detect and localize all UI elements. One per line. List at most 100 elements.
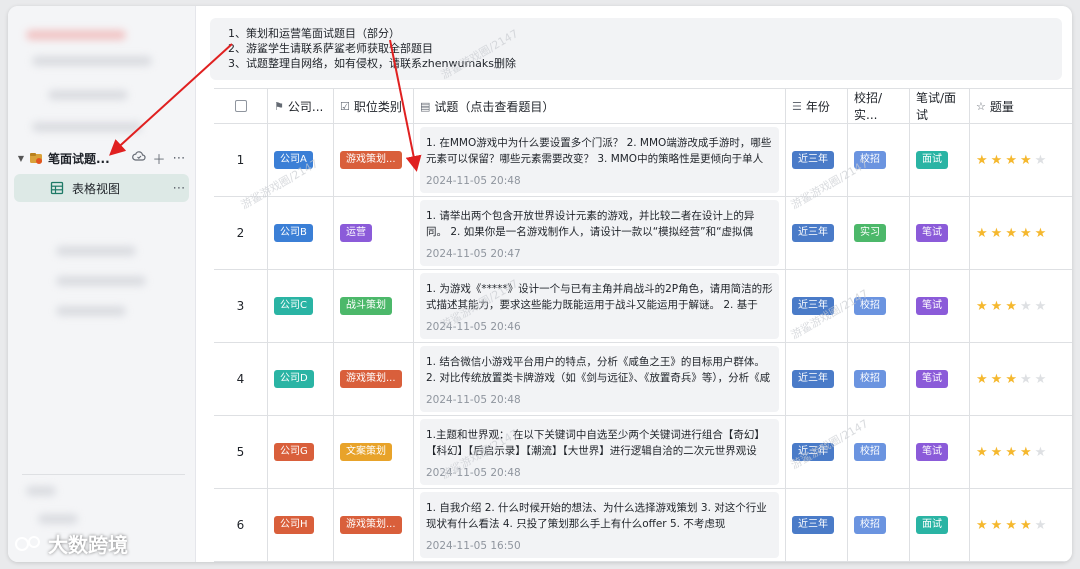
select-all-cell[interactable] [214, 89, 268, 123]
add-icon[interactable]: ＋ [149, 149, 169, 168]
count-cell[interactable]: ★ ★ ★ ★ ★ [970, 489, 1070, 561]
company-cell[interactable]: 公司B [268, 197, 334, 269]
column-header-company[interactable]: ⚑ 公司... [268, 89, 334, 123]
star-icon[interactable]: ★ [1035, 519, 1047, 532]
star-icon[interactable]: ★ [991, 154, 1003, 167]
question-cell[interactable]: 1. 结合微信小游戏平台用户的特点，分析《咸鱼之王》的目标用户群体。 2. 对比… [414, 343, 786, 415]
table-row[interactable]: 6 公司H 游戏策划... 1. 自我介绍 2. 什么时候开始的想法、为什么选择游戏策… [214, 489, 1072, 562]
star-icon[interactable]: ★ [1005, 446, 1017, 459]
star-icon[interactable]: ★ [1005, 373, 1017, 386]
question-card[interactable]: 1. 结合微信小游戏平台用户的特点，分析《咸鱼之王》的目标用户群体。 2. 对比… [420, 346, 779, 412]
type-cell[interactable]: 笔试 [910, 197, 970, 269]
star-icon[interactable]: ★ [976, 154, 988, 167]
company-cell[interactable]: 公司D [268, 343, 334, 415]
year-cell[interactable]: 近三年 [786, 489, 848, 561]
row-index-cell[interactable]: 5 [214, 416, 268, 488]
category-cell[interactable]: 战斗策划 [334, 270, 414, 342]
question-cell[interactable]: 1. 为游戏《*****》设计一个与已有主角并肩战斗的2P角色，请用简洁的形式描… [414, 270, 786, 342]
column-header-type[interactable]: 笔试/面试 [910, 89, 970, 123]
year-cell[interactable]: 近三年 [786, 270, 848, 342]
row-index-cell[interactable]: 2 [214, 197, 268, 269]
select-all-checkbox[interactable] [234, 100, 247, 112]
type-cell[interactable]: 笔试 [910, 416, 970, 488]
company-cell[interactable]: 公司G [268, 416, 334, 488]
star-rating[interactable]: ★ ★ ★ ★ ★ [976, 154, 1046, 167]
star-icon[interactable]: ★ [1035, 154, 1047, 167]
star-icon[interactable]: ★ [1005, 154, 1017, 167]
question-cell[interactable]: 1.主题和世界观： 在以下关键词中自选至少两个关键词进行组合【奇幻】【科幻】【后… [414, 416, 786, 488]
school-cell[interactable]: 校招 [848, 489, 910, 561]
star-rating[interactable]: ★ ★ ★ ★ ★ [976, 300, 1046, 313]
school-cell[interactable]: 实习 [848, 197, 910, 269]
column-header-category[interactable]: ☑ 职位类别 [334, 89, 414, 123]
school-cell[interactable]: 校招 [848, 343, 910, 415]
question-cell[interactable]: 1. 在MMO游戏中为什么要设置多个门派？ 2. MMO端游改成手游时，哪些元素… [414, 124, 786, 196]
more-icon[interactable]: ⋯ [169, 151, 189, 166]
row-index-cell[interactable]: 6 [214, 489, 268, 561]
star-icon[interactable]: ★ [1020, 227, 1032, 240]
table-row[interactable]: 5 公司G 文案策划 1.主题和世界观： 在以下关键词中自选至少两个关键词进行组合【奇… [214, 416, 1072, 489]
year-cell[interactable]: 近三年 [786, 416, 848, 488]
table-row[interactable]: 1 公司A 游戏策划... 1. 在MMO游戏中为什么要设置多个门派？ 2. MMO端… [214, 124, 1072, 197]
question-card[interactable]: 1. 为游戏《*****》设计一个与已有主角并肩战斗的2P角色，请用简洁的形式描… [420, 273, 779, 339]
count-cell[interactable]: ★ ★ ★ ★ ★ [970, 343, 1070, 415]
star-icon[interactable]: ★ [991, 373, 1003, 386]
star-icon[interactable]: ★ [1005, 300, 1017, 313]
star-icon[interactable]: ★ [1005, 227, 1017, 240]
star-icon[interactable]: ★ [1035, 300, 1047, 313]
count-cell[interactable]: ★ ★ ★ ★ ★ [970, 197, 1070, 269]
star-icon[interactable]: ★ [976, 446, 988, 459]
school-cell[interactable]: 校招 [848, 270, 910, 342]
year-cell[interactable]: 近三年 [786, 124, 848, 196]
question-cell[interactable]: 1. 自我介绍 2. 什么时候开始的想法、为什么选择游戏策划 3. 对这个行业现… [414, 489, 786, 561]
star-icon[interactable]: ★ [976, 227, 988, 240]
more-icon[interactable]: ⋯ [169, 181, 189, 196]
question-card[interactable]: 1.主题和世界观： 在以下关键词中自选至少两个关键词进行组合【奇幻】【科幻】【后… [420, 419, 779, 485]
year-cell[interactable]: 近三年 [786, 197, 848, 269]
star-rating[interactable]: ★ ★ ★ ★ ★ [976, 519, 1046, 532]
year-cell[interactable]: 近三年 [786, 343, 848, 415]
star-icon[interactable]: ★ [976, 519, 988, 532]
star-icon[interactable]: ★ [976, 300, 988, 313]
star-icon[interactable]: ★ [976, 373, 988, 386]
question-card[interactable]: 1. 自我介绍 2. 什么时候开始的想法、为什么选择游戏策划 3. 对这个行业现… [420, 492, 779, 558]
row-index-cell[interactable]: 4 [214, 343, 268, 415]
company-cell[interactable]: 公司C [268, 270, 334, 342]
type-cell[interactable]: 面试 [910, 489, 970, 561]
table-row[interactable]: 4 公司D 游戏策划... 1. 结合微信小游戏平台用户的特点，分析《咸鱼之王》的目标… [214, 343, 1072, 416]
column-header-school[interactable]: 校招/实... [848, 89, 910, 123]
star-icon[interactable]: ★ [991, 300, 1003, 313]
star-icon[interactable]: ★ [1035, 373, 1047, 386]
column-header-question[interactable]: ▤ 试题（点击查看题目） [414, 89, 786, 123]
company-cell[interactable]: 公司H [268, 489, 334, 561]
star-icon[interactable]: ★ [991, 227, 1003, 240]
question-card[interactable]: 1. 请举出两个包含开放世界设计元素的游戏，并比较二者在设计上的异同。 2. 如… [420, 200, 779, 266]
category-cell[interactable]: 游戏策划... [334, 343, 414, 415]
star-rating[interactable]: ★ ★ ★ ★ ★ [976, 373, 1046, 386]
caret-down-icon[interactable]: ▼ [14, 154, 28, 163]
question-cell[interactable]: 1. 请举出两个包含开放世界设计元素的游戏，并比较二者在设计上的异同。 2. 如… [414, 197, 786, 269]
school-cell[interactable]: 校招 [848, 124, 910, 196]
type-cell[interactable]: 面试 [910, 124, 970, 196]
count-cell[interactable]: ★ ★ ★ ★ ★ [970, 270, 1070, 342]
category-cell[interactable]: 运营 [334, 197, 414, 269]
star-icon[interactable]: ★ [1035, 446, 1047, 459]
star-icon[interactable]: ★ [991, 519, 1003, 532]
sidebar-view-table[interactable]: 表格视图 ⋯ [14, 174, 189, 202]
star-icon[interactable]: ★ [1020, 300, 1032, 313]
star-icon[interactable]: ★ [991, 446, 1003, 459]
column-header-year[interactable]: ☰ 年份 [786, 89, 848, 123]
star-icon[interactable]: ★ [1020, 519, 1032, 532]
row-index-cell[interactable]: 1 [214, 124, 268, 196]
type-cell[interactable]: 笔试 [910, 270, 970, 342]
count-cell[interactable]: ★ ★ ★ ★ ★ [970, 416, 1070, 488]
row-index-cell[interactable]: 3 [214, 270, 268, 342]
star-icon[interactable]: ★ [1020, 154, 1032, 167]
type-cell[interactable]: 笔试 [910, 343, 970, 415]
category-cell[interactable]: 游戏策划... [334, 489, 414, 561]
category-cell[interactable]: 游戏策划... [334, 124, 414, 196]
star-icon[interactable]: ★ [1020, 446, 1032, 459]
category-cell[interactable]: 文案策划 [334, 416, 414, 488]
star-rating[interactable]: ★ ★ ★ ★ ★ [976, 227, 1046, 240]
school-cell[interactable]: 校招 [848, 416, 910, 488]
